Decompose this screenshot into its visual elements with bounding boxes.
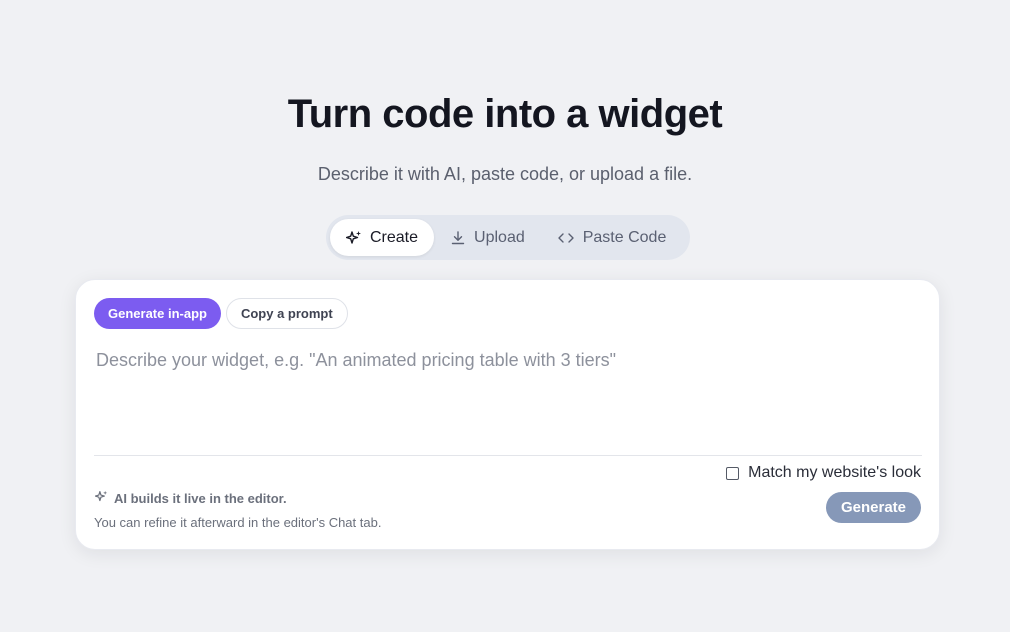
divider	[94, 455, 922, 456]
tab-paste-code[interactable]: Paste Code	[541, 219, 683, 256]
generate-button[interactable]: Generate	[826, 492, 921, 523]
tab-paste-code-label: Paste Code	[582, 228, 667, 246]
sparkle-icon	[94, 490, 108, 506]
page-title: Turn code into a widget	[287, 92, 723, 136]
page: Turn code into a widget Describe it with…	[0, 0, 1010, 632]
mode-tabs: Create Upload Paste Code	[326, 215, 690, 260]
download-icon	[450, 230, 466, 246]
generate-in-app-button[interactable]: Generate in-app	[94, 298, 221, 329]
page-subtitle: Describe it with AI, paste code, or uplo…	[317, 164, 693, 184]
tab-create[interactable]: Create	[330, 219, 435, 256]
match-website-label: Match my website's look	[748, 464, 921, 481]
sparkle-icon	[346, 230, 362, 246]
widget-prompt-card: Generate in-app Copy a prompt Match my w…	[75, 279, 940, 550]
match-website-toggle[interactable]: Match my website's look	[726, 464, 921, 482]
tab-upload[interactable]: Upload	[434, 219, 541, 256]
ai-note: AI builds it live in the editor.	[94, 490, 287, 506]
tab-upload-label: Upload	[474, 228, 525, 246]
generation-mode-pills: Generate in-app Copy a prompt	[94, 298, 348, 329]
ai-note-text: AI builds it live in the editor.	[114, 490, 287, 506]
copy-prompt-button[interactable]: Copy a prompt	[225, 298, 348, 329]
tab-create-label: Create	[370, 228, 419, 246]
match-website-checkbox[interactable]	[726, 466, 740, 480]
widget-description-input[interactable]	[96, 350, 916, 450]
code-icon	[557, 230, 575, 246]
refine-note: You can refine it afterward in the edito…	[94, 515, 382, 530]
